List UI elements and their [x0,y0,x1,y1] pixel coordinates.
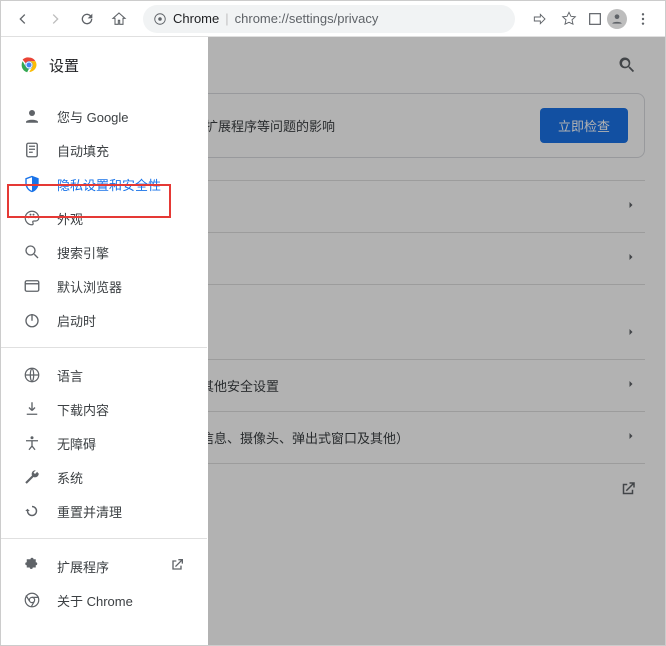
sidebar-list: 您与 Google 自动填充 隐私设置和安全性 外观 搜索引擎 默认浏览器 启动… [1,93,207,623]
sidebar-item-on-startup[interactable]: 启动时 [1,303,207,337]
open-external-icon [169,557,185,576]
sidebar-item-downloads[interactable]: 下载内容 [1,392,207,426]
home-button[interactable] [105,5,133,33]
sidebar-item-label: 无障碍 [57,434,96,453]
sidebar-item-label: 搜索引擎 [57,243,109,262]
divider [1,347,207,348]
sidebar-item-label: 扩展程序 [57,557,109,576]
sidebar-item-autofill[interactable]: 自动填充 [1,133,207,167]
sidebar-item-languages[interactable]: 语言 [1,358,207,392]
chrome-doc-icon [153,12,167,26]
autofill-icon [23,141,41,159]
accessibility-icon [23,434,41,452]
sidebar-header: 设置 [1,37,207,93]
address-bar[interactable]: Chrome | chrome://settings/privacy [143,5,515,33]
sidebar-item-label: 语言 [57,366,83,385]
sidebar-item-label: 系统 [57,468,83,487]
extension-icon [23,557,41,575]
back-button[interactable] [9,5,37,33]
sidebar-item-label: 自动填充 [57,141,109,160]
forward-button[interactable] [41,5,69,33]
sidebar-item-label: 重置并清理 [57,502,122,521]
sidebar-item-label: 默认浏览器 [57,277,122,296]
sidebar-item-label: 启动时 [57,311,96,330]
sidebar-item-label: 隐私设置和安全性 [57,175,161,194]
sidebar-item-label: 关于 Chrome [57,591,133,610]
wrench-icon [23,468,41,486]
url-chip: Chrome [173,11,219,26]
sidebar-item-system[interactable]: 系统 [1,460,207,494]
sidebar-title: 设置 [49,55,79,76]
restore-icon [23,502,41,520]
extensions-button[interactable] [585,9,605,29]
sidebar-item-search-engine[interactable]: 搜索引擎 [1,235,207,269]
sidebar-item-label: 外观 [57,209,83,228]
sidebar-item-reset[interactable]: 重置并清理 [1,494,207,528]
sidebar-item-privacy[interactable]: 隐私设置和安全性 [1,167,207,201]
modal-overlay[interactable] [208,37,665,645]
url-text: chrome://settings/privacy [235,11,379,26]
chrome-logo-icon [19,55,39,75]
power-icon [23,311,41,329]
sidebar-item-label: 下载内容 [57,400,109,419]
sidebar-item-extensions[interactable]: 扩展程序 [1,549,207,583]
main-area: 免受数据泄露、不良扩展程序等问题的影响 立即检查 e、缓存及其他数据 设置和安全… [1,37,665,645]
profile-avatar[interactable] [607,9,627,29]
sidebar-item-you-and-google[interactable]: 您与 Google [1,99,207,133]
bookmark-button[interactable] [555,5,583,33]
chrome-outline-icon [23,591,41,609]
browser-icon [23,277,41,295]
sidebar-item-default-browser[interactable]: 默认浏览器 [1,269,207,303]
sidebar-item-label: 您与 Google [57,107,129,126]
globe-icon [23,366,41,384]
sidebar-item-accessibility[interactable]: 无障碍 [1,426,207,460]
menu-button[interactable] [629,5,657,33]
search-icon [23,243,41,261]
download-icon [23,400,41,418]
shield-icon [23,175,41,193]
reload-button[interactable] [73,5,101,33]
palette-icon [23,209,41,227]
divider [1,538,207,539]
sidebar-item-appearance[interactable]: 外观 [1,201,207,235]
settings-sidebar: 设置 您与 Google 自动填充 隐私设置和安全性 外观 搜索引擎 默认浏览器… [1,37,208,645]
sidebar-item-about-chrome[interactable]: 关于 Chrome [1,583,207,617]
share-button[interactable] [525,5,553,33]
browser-toolbar: Chrome | chrome://settings/privacy [1,1,665,37]
person-icon [23,107,41,125]
